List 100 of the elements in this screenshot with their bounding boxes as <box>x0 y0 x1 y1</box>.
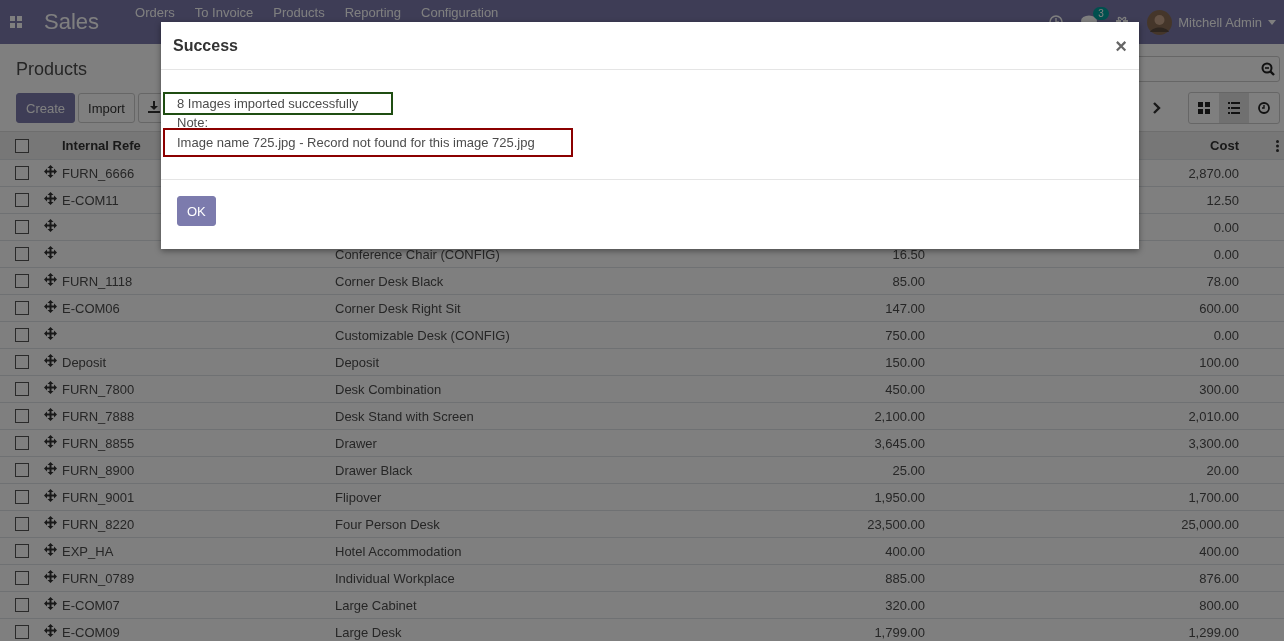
checkbox[interactable] <box>15 598 29 612</box>
checkbox[interactable] <box>15 328 29 342</box>
menu-item[interactable]: Orders <box>135 5 175 20</box>
zoom-out-icon <box>1261 62 1275 76</box>
checkbox[interactable] <box>15 193 29 207</box>
checkbox[interactable] <box>15 301 29 315</box>
drag-handle-icon[interactable] <box>44 516 57 529</box>
checkbox[interactable] <box>15 517 29 531</box>
table-cell: 1,700.00 <box>1188 489 1239 505</box>
view-button[interactable] <box>1219 93 1249 123</box>
checkbox[interactable] <box>15 463 29 477</box>
table-cell: Large Cabinet <box>335 597 417 613</box>
column-options-icon[interactable] <box>1276 139 1279 152</box>
table-cell: Corner Desk Right Sit <box>335 300 461 316</box>
apps-menu-icon[interactable] <box>10 16 22 28</box>
checkbox[interactable] <box>15 138 29 153</box>
dialog-title: Success <box>173 36 238 55</box>
user-menu[interactable]: Mitchell Admin <box>1147 9 1276 35</box>
table-cell: Individual Workplace <box>335 570 455 586</box>
drag-handle-icon[interactable] <box>44 354 57 367</box>
table-cell: 600.00 <box>1199 300 1239 316</box>
success-message: 8 Images imported successfully <box>163 92 393 115</box>
kanban-icon <box>1198 102 1210 114</box>
table-cell: 2,870.00 <box>1188 165 1239 181</box>
menu-item[interactable]: Configuration <box>421 5 499 20</box>
drag-handle-icon[interactable] <box>44 462 57 475</box>
list-icon <box>1228 102 1240 114</box>
drag-handle-icon[interactable] <box>44 219 57 232</box>
table-cell: Flipover <box>335 489 382 505</box>
table-cell: Drawer Black <box>335 462 413 478</box>
table-cell: Drawer <box>335 435 377 451</box>
drag-handle-icon[interactable] <box>44 165 57 178</box>
drag-handle-icon[interactable] <box>44 624 57 637</box>
table-cell: 0.00 <box>1213 246 1239 262</box>
table-cell: FURN_7800 <box>62 381 135 397</box>
table-cell: E-COM06 <box>62 300 120 316</box>
checkbox[interactable] <box>15 490 29 504</box>
chevron-right-icon[interactable] <box>1153 102 1161 114</box>
create-button[interactable]: Create <box>16 93 76 123</box>
column-header[interactable]: Internal Refe <box>62 138 141 153</box>
table-cell: EXP_HA <box>62 543 114 559</box>
drag-handle-icon[interactable] <box>44 570 57 583</box>
drag-handle-icon[interactable] <box>44 408 57 421</box>
drag-handle-icon[interactable] <box>44 246 57 259</box>
table-cell-text: 147.00 <box>884 300 925 316</box>
menu-item[interactable]: Products <box>273 5 325 20</box>
drag-handle-icon[interactable] <box>44 489 57 502</box>
table-cell: Corner Desk Black <box>335 273 444 289</box>
table-cell: FURN_8220 <box>62 516 135 532</box>
drag-handle-icon[interactable] <box>44 543 57 556</box>
checkbox[interactable] <box>15 625 29 639</box>
error-message: Image name 725.jpg - Record not found for this image 725.jpg <box>163 128 573 157</box>
table-cell-text: 1,799.00 <box>873 624 925 640</box>
checkbox[interactable] <box>15 166 29 180</box>
checkbox[interactable] <box>15 382 29 396</box>
page-title: Products <box>16 58 89 80</box>
drag-handle-icon[interactable] <box>44 381 57 394</box>
ok-button[interactable]: OK <box>177 196 216 226</box>
avatar-icon <box>1147 9 1173 35</box>
drag-handle-icon[interactable] <box>44 597 57 610</box>
checkbox[interactable] <box>15 355 29 369</box>
message-count-badge: 3 <box>1093 7 1109 20</box>
drag-handle-icon[interactable] <box>44 300 57 313</box>
table-cell: FURN_8900 <box>62 462 135 478</box>
table-cell: FURN_0789 <box>62 570 135 586</box>
table-cell: Desk Stand with Screen <box>335 408 474 424</box>
menu-item[interactable]: To Invoice <box>194 5 254 20</box>
checkbox[interactable] <box>15 247 29 261</box>
table-cell: Large Desk <box>335 624 402 640</box>
table-cell: 25,000.00 <box>1181 516 1239 532</box>
table-cell-text: 16.50 <box>891 246 925 262</box>
checkbox[interactable] <box>15 544 29 558</box>
table-cell-text: 3,645.00 <box>873 435 925 451</box>
table-cell-text: 2,100.00 <box>873 408 925 424</box>
checkbox[interactable] <box>15 409 29 423</box>
table-cell: 876.00 <box>1199 570 1239 586</box>
download-icon <box>147 100 160 113</box>
column-header[interactable]: Cost <box>1210 138 1239 153</box>
table-cell: 1,299.00 <box>1188 624 1239 640</box>
table-cell: FURN_9001 <box>62 489 135 505</box>
table-cell: FURN_7888 <box>62 408 135 424</box>
table-cell-text: 85.00 <box>891 273 925 289</box>
drag-handle-icon[interactable] <box>44 192 57 205</box>
checkbox[interactable] <box>15 571 29 585</box>
table-cell: Deposit <box>62 354 107 370</box>
import-button[interactable]: Import <box>78 93 135 123</box>
menu-item[interactable]: Reporting <box>344 5 401 20</box>
table-cell: 300.00 <box>1199 381 1239 397</box>
close-button[interactable]: × <box>1115 35 1127 56</box>
drag-handle-icon[interactable] <box>44 435 57 448</box>
checkbox[interactable] <box>15 436 29 450</box>
checkbox[interactable] <box>15 220 29 234</box>
table-cell-text: 25.00 <box>891 462 925 478</box>
table-cell: 3,300.00 <box>1188 435 1239 451</box>
drag-handle-icon[interactable] <box>44 273 57 286</box>
table-cell: 2,010.00 <box>1188 408 1239 424</box>
table-cell: 20.00 <box>1206 462 1239 478</box>
checkbox[interactable] <box>15 274 29 288</box>
table-cell: 400.00 <box>1199 543 1239 559</box>
drag-handle-icon[interactable] <box>44 327 57 340</box>
